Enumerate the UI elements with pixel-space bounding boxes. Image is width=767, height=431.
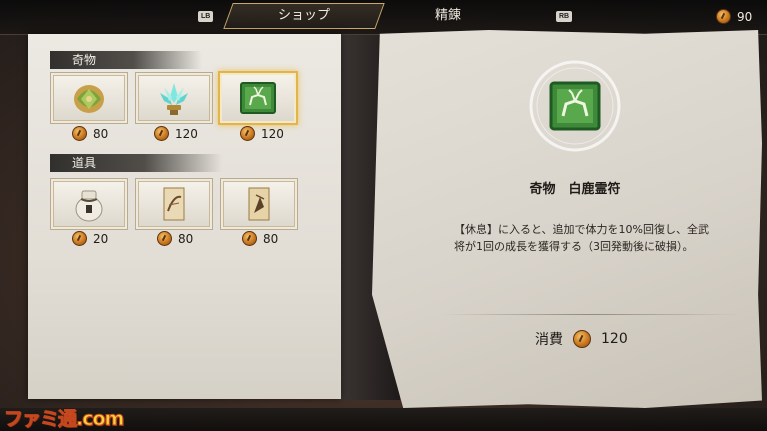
cost-row: 消費 120 bbox=[535, 329, 628, 349]
coin-icon bbox=[240, 126, 255, 141]
price-crystal-lotus: 120 bbox=[154, 126, 198, 141]
shop-item-scroll-painting-1[interactable] bbox=[135, 178, 213, 230]
price-scroll-painting-1: 80 bbox=[157, 231, 193, 246]
coin-icon bbox=[157, 231, 172, 246]
watermark-logo: ファミ通.com bbox=[3, 408, 124, 431]
tab-refine[interactable]: 精錬 bbox=[418, 3, 478, 29]
coin-icon bbox=[242, 231, 257, 246]
item-detail-title: 奇物 白鹿霊符 bbox=[529, 182, 621, 197]
shop-item-white-deer-talisman[interactable] bbox=[218, 71, 298, 125]
detail-divider bbox=[440, 314, 740, 315]
price-scroll-painting-2: 80 bbox=[242, 231, 278, 246]
tab-shop-label: ショップ bbox=[277, 8, 330, 23]
lb-button-hint[interactable]: LB bbox=[198, 11, 214, 22]
shop-item-sealed-jar[interactable] bbox=[50, 178, 128, 230]
crystal-lotus-icon bbox=[152, 78, 196, 118]
currency-amount: 90 bbox=[737, 9, 753, 24]
price-value: 120 bbox=[261, 126, 284, 141]
shop-item-green-jade-relic[interactable] bbox=[50, 72, 128, 124]
price-value: 20 bbox=[93, 231, 109, 246]
price-green-jade-relic: 80 bbox=[72, 126, 108, 141]
shop-item-scroll-painting-2[interactable] bbox=[220, 178, 298, 230]
price-value: 120 bbox=[175, 126, 198, 141]
jade-charm-icon bbox=[67, 78, 111, 118]
cost-value: 120 bbox=[601, 331, 628, 347]
scroll-icon bbox=[152, 184, 196, 224]
price-sealed-jar: 20 bbox=[72, 231, 108, 246]
section-header-tools: 道具 bbox=[50, 154, 222, 172]
currency-display: 90 bbox=[716, 9, 752, 24]
rb-button-hint[interactable]: RB bbox=[556, 11, 573, 22]
section-header-relics: 奇物 bbox=[50, 51, 202, 69]
tab-shop[interactable]: ショップ bbox=[228, 3, 380, 29]
top-bar: LB ショップ 精錬 RB 90 bbox=[0, 0, 767, 35]
coin-icon bbox=[573, 330, 591, 348]
scroll-icon bbox=[237, 184, 281, 224]
price-value: 80 bbox=[178, 231, 194, 246]
coin-icon bbox=[72, 126, 87, 141]
item-detail-description: 【休息】に入ると、追加で体力を10%回復し、全武将が1回の成長を獲得する（3回発… bbox=[454, 223, 710, 253]
price-value: 80 bbox=[93, 126, 109, 141]
price-white-deer-talisman: 120 bbox=[240, 126, 284, 141]
cost-label: 消費 bbox=[535, 332, 563, 348]
deer-talisman-icon bbox=[527, 58, 623, 154]
price-value: 80 bbox=[263, 231, 279, 246]
deer-talisman-icon bbox=[236, 78, 280, 118]
shop-item-crystal-lotus[interactable] bbox=[135, 72, 213, 124]
coin-icon bbox=[154, 126, 169, 141]
jar-icon bbox=[67, 184, 111, 224]
coin-icon bbox=[716, 9, 731, 24]
coin-icon bbox=[72, 231, 87, 246]
